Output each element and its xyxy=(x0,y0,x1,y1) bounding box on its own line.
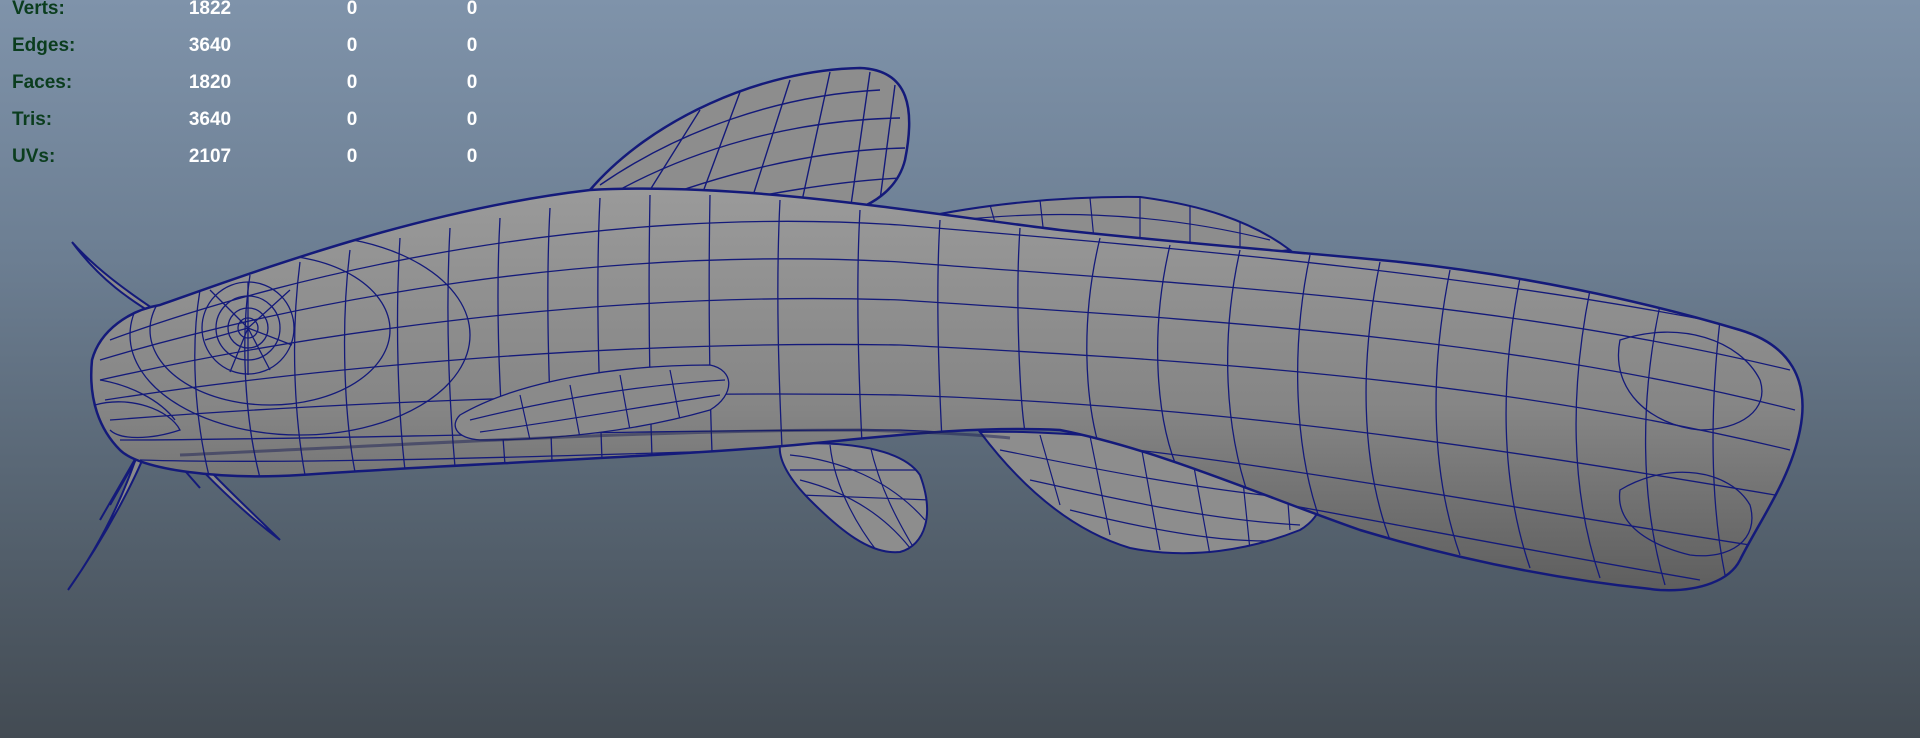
poly-count-row: UVs: 2107 0 0 xyxy=(12,146,492,183)
poly-count-value: 0 xyxy=(466,72,478,93)
poly-count-value: 0 xyxy=(346,35,358,56)
poly-count-value: 3640 xyxy=(188,109,232,130)
poly-count-value: 0 xyxy=(466,109,478,130)
poly-count-value: 0 xyxy=(346,72,358,93)
poly-count-label: UVs: xyxy=(12,146,56,167)
pelvic-fin xyxy=(778,442,928,554)
poly-count-row: Edges: 3640 0 0 xyxy=(12,35,492,72)
poly-count-value: 0 xyxy=(346,109,358,130)
poly-count-value: 0 xyxy=(346,146,358,167)
poly-count-hud: Verts: 1822 0 0 Edges: 3640 0 0 Faces: 1820 0 0 Tris… xyxy=(12,0,492,183)
poly-count-label: Faces: xyxy=(12,72,73,93)
poly-count-row: Verts: 1822 0 0 xyxy=(12,0,492,35)
poly-count-label: Tris: xyxy=(12,109,53,130)
poly-count-value: 0 xyxy=(466,0,478,19)
poly-count-value: 2107 xyxy=(188,146,232,167)
poly-count-label: Verts: xyxy=(12,0,65,19)
poly-count-row: Faces: 1820 0 0 xyxy=(12,72,492,109)
poly-count-value: 1820 xyxy=(188,72,232,93)
poly-count-row: Tris: 3640 0 0 xyxy=(12,109,492,146)
3d-viewport[interactable]: Verts: 1822 0 0 Edges: 3640 0 0 Faces: 1820 0 0 Tris… xyxy=(0,0,1920,738)
fish-body xyxy=(90,187,1804,592)
poly-count-value: 0 xyxy=(466,146,478,167)
poly-count-value: 3640 xyxy=(188,35,232,56)
poly-count-value: 0 xyxy=(466,35,478,56)
poly-count-value: 0 xyxy=(346,0,358,19)
poly-count-value: 1822 xyxy=(188,0,232,19)
poly-count-label: Edges: xyxy=(12,35,76,56)
